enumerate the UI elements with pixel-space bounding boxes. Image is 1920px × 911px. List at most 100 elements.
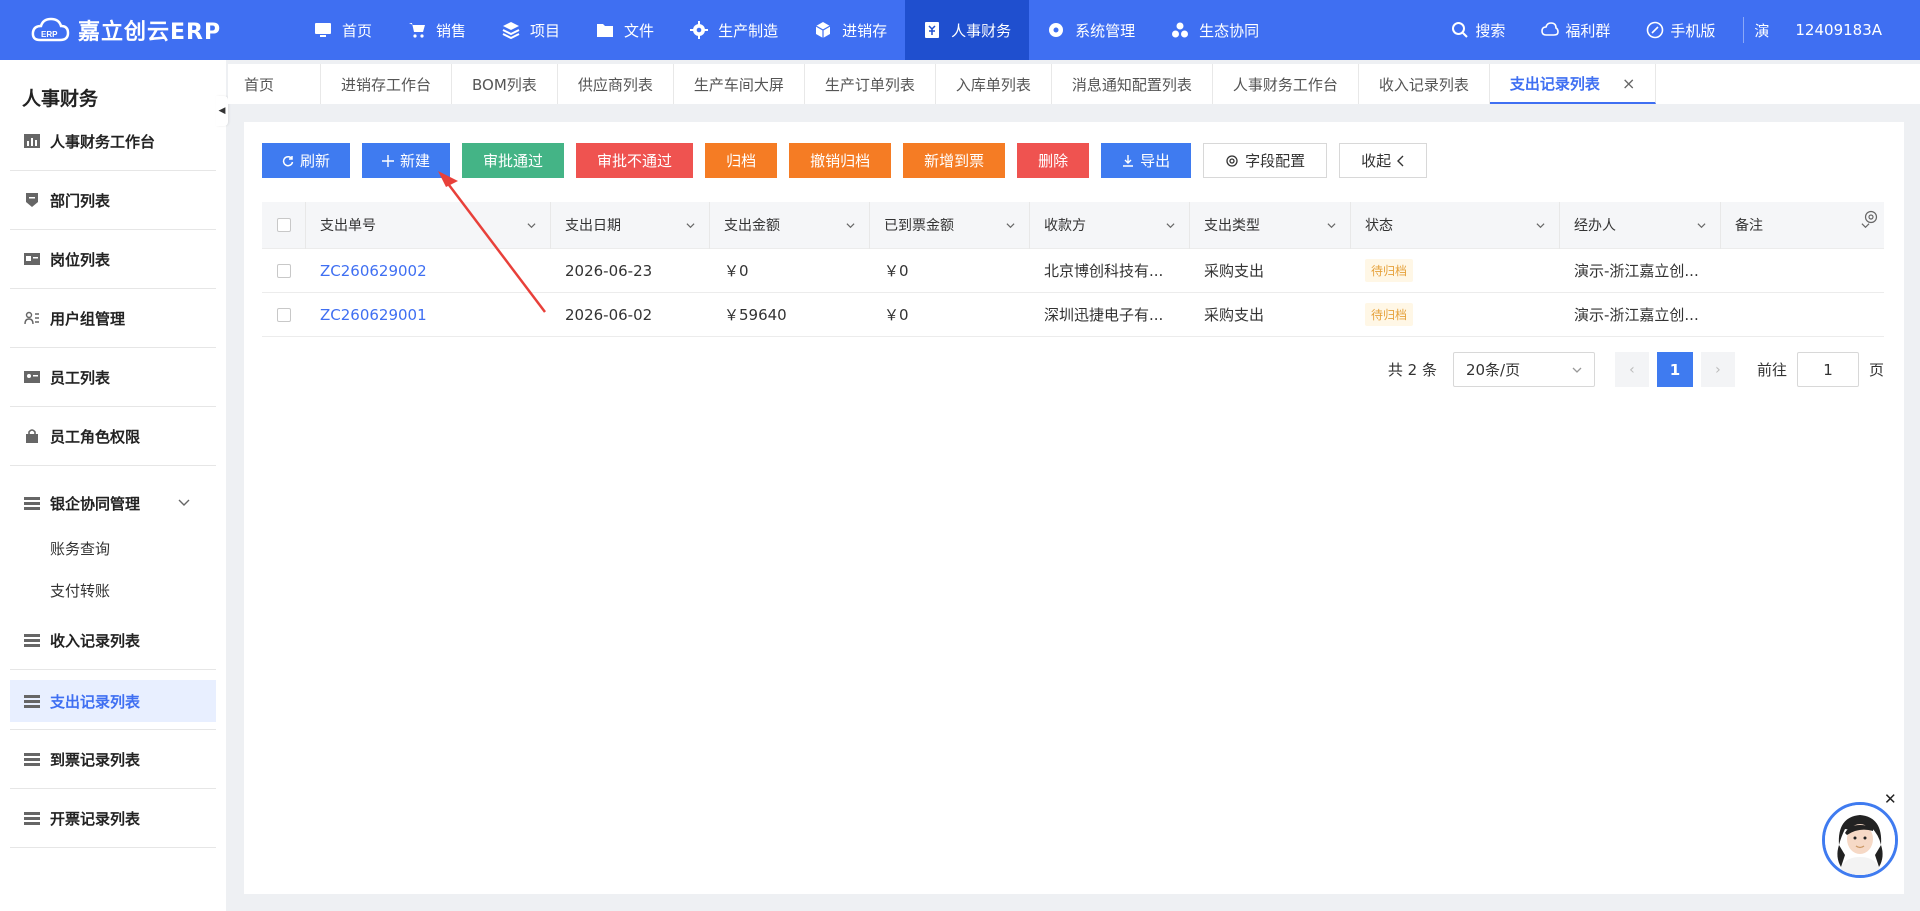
- column-header[interactable]: 经办人: [1560, 201, 1721, 249]
- list-icon: [24, 634, 40, 647]
- sidebar-item-received-invoices[interactable]: 到票记录列表: [10, 738, 216, 780]
- chevron-left-icon: [1397, 155, 1404, 166]
- sidebar-subitem-account-query[interactable]: 账务查询: [50, 538, 110, 559]
- chevron-down-icon: [1166, 222, 1175, 228]
- nav-hr-finance[interactable]: 人事财务: [905, 0, 1030, 60]
- tab-hr-workbench[interactable]: 人事财务工作台: [1213, 64, 1359, 104]
- next-page-button[interactable]: ›: [1700, 352, 1735, 387]
- expense-date: 2026-06-23: [565, 261, 653, 280]
- sidebar-item-hr-workbench[interactable]: 人事财务工作台: [10, 120, 216, 162]
- refresh-button[interactable]: 刷新: [262, 143, 351, 178]
- column-settings-icon[interactable]: [1864, 210, 1878, 224]
- row-checkbox[interactable]: [277, 307, 291, 322]
- tab-workshop-screen[interactable]: 生产车间大屏: [674, 64, 805, 104]
- select-all-checkbox[interactable]: [276, 218, 291, 232]
- tab-supplier-list[interactable]: 供应商列表: [558, 64, 674, 104]
- welfare-group-button[interactable]: 福利群: [1523, 20, 1628, 41]
- nav-home[interactable]: 首页: [296, 0, 390, 60]
- chevron-down-icon: [1327, 222, 1336, 228]
- column-header[interactable]: 收款方: [1030, 201, 1190, 249]
- sidebar-item-user-groups[interactable]: 用户组管理: [10, 297, 216, 339]
- nav-inventory[interactable]: 进销存: [796, 0, 905, 60]
- sidebar-item-label: 员工角色权限: [50, 427, 141, 446]
- sidebar-item-income-records[interactable]: 收入记录列表: [10, 619, 216, 661]
- page-tabs: 首页 进销存工作台 BOM列表 供应商列表 生产车间大屏 生产订单列表 入库单列…: [228, 64, 1920, 104]
- prev-page-button[interactable]: ‹: [1614, 352, 1649, 387]
- main-nav: 首页 销售 项目 文件 生产制造 进销存 人事财务 系统管理 生态协同: [296, 0, 1277, 60]
- row-checkbox[interactable]: [277, 263, 291, 278]
- sidebar-item-departments[interactable]: 部门列表: [10, 179, 216, 221]
- tab-home[interactable]: 首页: [228, 64, 322, 104]
- table-row[interactable]: ZC260629001 2026-06-02 ￥59640 ￥0 深圳迅捷电子有…: [262, 293, 1884, 337]
- column-header[interactable]: 支出金额: [710, 201, 870, 249]
- nav-ecosystem[interactable]: 生态协同: [1153, 0, 1277, 60]
- sidebar-item-employees[interactable]: 员工列表: [10, 356, 216, 398]
- sidebar-item-bank-collab[interactable]: 银企协同管理: [10, 482, 216, 524]
- add-invoice-button[interactable]: 新增到票: [903, 143, 1006, 178]
- tab-income-records[interactable]: 收入记录列表: [1359, 64, 1490, 104]
- logo[interactable]: ERP 嘉立创云ERP: [30, 0, 221, 60]
- chevron-down-icon: [686, 222, 695, 228]
- sidebar-item-roles[interactable]: 员工角色权限: [10, 415, 216, 457]
- sidebar-subitem-payment-transfer[interactable]: 支付转账: [50, 580, 110, 601]
- sidebar-item-expense-records[interactable]: 支出记录列表: [10, 680, 216, 722]
- refresh-icon: [282, 155, 294, 166]
- sidebar-item-issued-invoices[interactable]: 开票记录列表: [10, 797, 216, 839]
- nav-project[interactable]: 项目: [484, 0, 578, 60]
- nav-label: 系统管理: [1075, 21, 1136, 40]
- expense-number-link[interactable]: ZC260629002: [306, 262, 551, 280]
- current-page[interactable]: 1: [1656, 352, 1693, 387]
- tab-inbound-list[interactable]: 入库单列表: [936, 64, 1052, 104]
- nav-system[interactable]: 系统管理: [1029, 0, 1153, 60]
- mobile-version-button[interactable]: 手机版: [1628, 20, 1733, 41]
- tab-production-orders[interactable]: 生产订单列表: [805, 64, 936, 104]
- tab-bom-list[interactable]: BOM列表: [452, 64, 558, 104]
- nav-label: 销售: [436, 21, 467, 40]
- column-header[interactable]: 备注: [1721, 202, 1884, 249]
- new-button[interactable]: 新建: [362, 143, 451, 178]
- nav-label: 进销存: [842, 21, 888, 40]
- column-header[interactable]: 已到票金额: [870, 201, 1030, 249]
- pagination: 共 2 条 20条/页 ‹ 1 › 前往 1 页: [1388, 352, 1884, 387]
- page-size-select[interactable]: 20条/页: [1452, 352, 1595, 387]
- tab-notification-config[interactable]: 消息通知配置列表: [1052, 64, 1213, 104]
- main-content: 刷新 新建 审批通过 审批不通过 归档 撤销归档 新增到票 删除 导出 字段配置…: [244, 122, 1904, 894]
- sidebar-item-label: 银企协同管理: [50, 494, 141, 513]
- approve-button[interactable]: 审批通过: [462, 143, 565, 178]
- sidebar-collapse-handle[interactable]: ◀: [216, 96, 228, 126]
- chevron-down-icon: [1572, 367, 1582, 373]
- column-header[interactable]: 支出单号: [306, 201, 551, 249]
- column-header[interactable]: 支出类型: [1190, 201, 1351, 249]
- expense-type: 采购支出: [1204, 306, 1265, 324]
- tab-inventory-workbench[interactable]: 进销存工作台: [321, 64, 453, 104]
- assistant-avatar[interactable]: [1822, 802, 1898, 878]
- tab-expense-records[interactable]: 支出记录列表 ×: [1489, 64, 1657, 104]
- sidebar-item-positions[interactable]: 岗位列表: [10, 238, 216, 280]
- close-icon[interactable]: ✕: [1884, 790, 1897, 808]
- close-icon[interactable]: ×: [1622, 74, 1635, 93]
- export-button[interactable]: 导出: [1101, 143, 1192, 178]
- user-id: 12409183A: [1795, 21, 1882, 39]
- reject-button[interactable]: 审批不通过: [576, 143, 694, 178]
- field-config-button[interactable]: 字段配置: [1203, 143, 1328, 178]
- search-button[interactable]: 搜索: [1433, 20, 1523, 41]
- column-label: 支出金额: [724, 218, 780, 234]
- column-label: 备注: [1735, 218, 1763, 234]
- unarchive-button[interactable]: 撤销归档: [789, 143, 892, 178]
- goto-page-input[interactable]: 1: [1796, 352, 1859, 387]
- sidebar-item-label: 岗位列表: [50, 250, 111, 269]
- user-menu[interactable]: 演 12409183A: [1754, 20, 1920, 41]
- nav-sales[interactable]: 销售: [390, 0, 484, 60]
- expense-number-link[interactable]: ZC260629001: [306, 306, 551, 324]
- divider: [10, 288, 216, 289]
- delete-button[interactable]: 删除: [1017, 143, 1090, 178]
- nav-files[interactable]: 文件: [578, 0, 672, 60]
- bank-icon: [24, 497, 40, 510]
- collapse-button[interactable]: 收起: [1339, 143, 1428, 178]
- column-header[interactable]: 支出日期: [551, 201, 710, 249]
- total-count: 共 2 条: [1387, 361, 1437, 379]
- table-row[interactable]: ZC260629002 2026-06-23 ￥0 ￥0 北京博创科技有... …: [262, 249, 1884, 293]
- nav-manufacturing[interactable]: 生产制造: [672, 0, 796, 60]
- column-header[interactable]: 状态: [1351, 201, 1560, 249]
- archive-button[interactable]: 归档: [705, 143, 778, 178]
